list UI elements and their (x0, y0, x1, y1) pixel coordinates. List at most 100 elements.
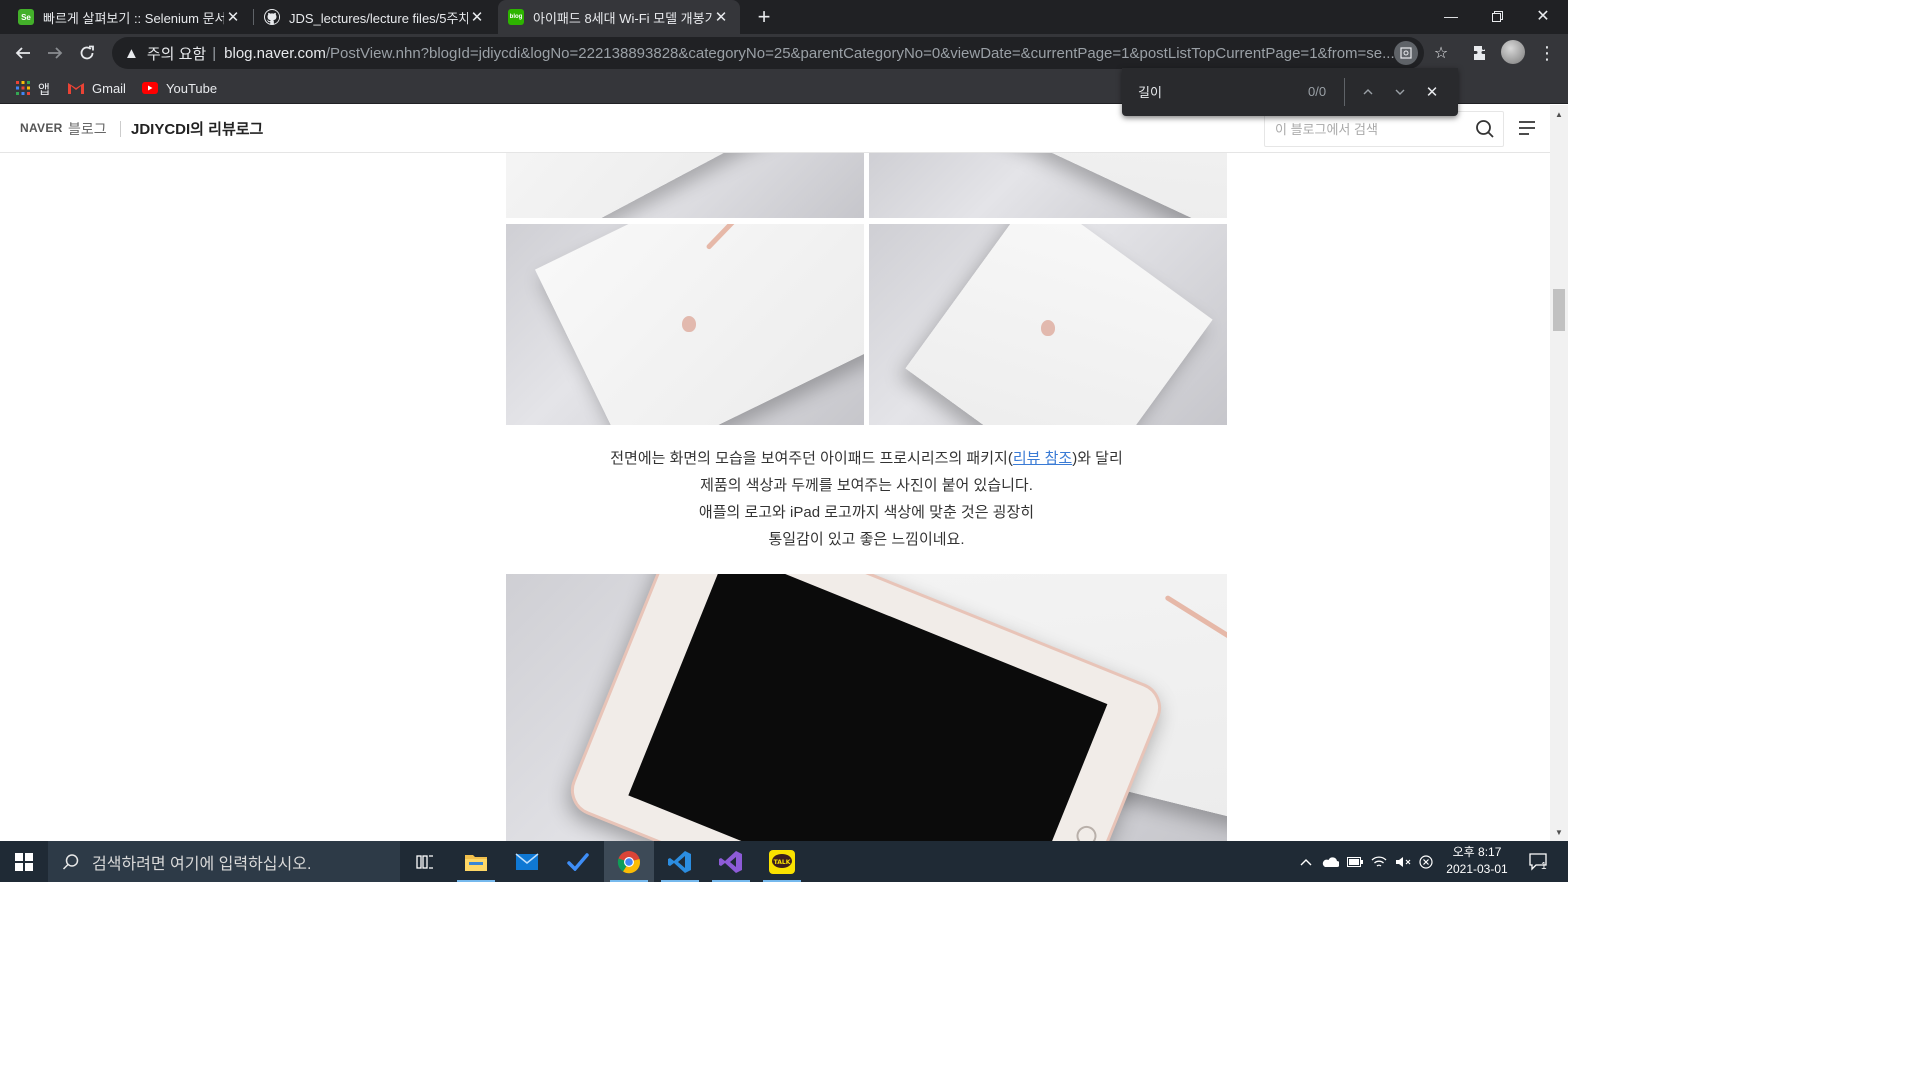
find-close-button[interactable]: ✕ (1420, 80, 1444, 104)
bookmark-label: Gmail (92, 80, 126, 96)
apps-grid-icon (16, 81, 30, 95)
close-window-button[interactable]: ✕ (1520, 0, 1566, 32)
find-divider (1344, 78, 1345, 106)
start-button[interactable] (0, 841, 48, 882)
tab-title: 빠르게 살펴보기 :: Selenium 문서 (43, 10, 224, 26)
bookmark-youtube[interactable]: YouTube (142, 78, 217, 98)
blog-search-box (1264, 111, 1504, 147)
volume-muted-icon[interactable] (1392, 841, 1414, 882)
todo-icon[interactable] (553, 841, 603, 882)
url-path: /PostView.nhn?blogId=jdiycdi&logNo=22213… (325, 44, 1395, 62)
caption-line: 전면에는 화면의 모습을 보여주던 아이패드 프로시리즈의 패키지(리뷰 참조)… (610, 450, 1123, 467)
home-button-icon (1073, 822, 1100, 841)
post-caption: 전면에는 화면의 모습을 보여주던 아이패드 프로시리즈의 패키지(리뷰 참조)… (506, 445, 1227, 553)
windows-taskbar: 검색하려면 여기에 입력하십시오. TALK 오후 8:17 2021-03-0… (0, 841, 1568, 882)
find-previous-button[interactable] (1356, 80, 1380, 104)
blog-page: NAVER 블로그 JDIYCDI의 리뷰로그 전면에는 화면의 모습을 보여주… (0, 105, 1568, 841)
bookmark-label: YouTube (166, 80, 218, 96)
youtube-icon (142, 82, 158, 94)
find-input[interactable]: 길이 (1138, 82, 1162, 101)
apple-logo-icon (682, 316, 696, 332)
onedrive-icon[interactable] (1318, 841, 1342, 882)
find-next-button[interactable] (1388, 80, 1412, 104)
scroll-thumb[interactable] (1553, 289, 1565, 331)
page-scrollbar[interactable]: ▲ ▼ (1550, 105, 1568, 841)
task-view-icon[interactable] (400, 841, 450, 882)
visual-studio-icon[interactable] (706, 841, 756, 882)
extensions-icon[interactable] (1466, 38, 1496, 68)
address-divider: | (212, 44, 217, 62)
battery-icon[interactable] (1344, 841, 1366, 882)
system-clock[interactable]: 오후 8:17 2021-03-01 (1436, 844, 1518, 878)
reload-icon (80, 45, 94, 60)
product-box (973, 153, 1227, 218)
bookmark-label: 앱 (38, 81, 50, 97)
forward-arrow-icon (48, 47, 63, 59)
warning-icon[interactable]: ▲ (124, 45, 139, 62)
search-icon[interactable] (1475, 119, 1495, 144)
browser-toolbar: ▲ 주의 요함 | blog.naver.com/PostView.nhn?bl… (0, 34, 1568, 72)
svg-text:TALK: TALK (774, 859, 791, 866)
menu-kebab-icon[interactable]: ⋮ (1532, 38, 1562, 68)
post-photo[interactable] (506, 153, 864, 218)
mail-icon[interactable] (502, 841, 552, 882)
taskbar-search-box[interactable]: 검색하려면 여기에 입력하십시오. (48, 841, 400, 882)
tab-title: 아이패드 8세대 Wi-Fi 모델 개봉기 (533, 10, 712, 26)
post-photo[interactable] (506, 224, 864, 425)
review-reference-link[interactable]: 리뷰 참조 (1013, 450, 1072, 467)
forward-button[interactable] (40, 38, 70, 68)
blog-menu-button[interactable] (1516, 117, 1540, 141)
security-label[interactable]: 주의 요함 (147, 43, 206, 64)
product-box (506, 153, 810, 218)
post-photo[interactable] (869, 224, 1227, 425)
chrome-icon[interactable] (604, 841, 654, 882)
blog-label[interactable]: 블로그 (68, 119, 107, 139)
close-tab-icon[interactable]: ✕ (712, 8, 730, 26)
input-method-icon[interactable] (1416, 841, 1436, 882)
profile-avatar[interactable] (1501, 40, 1525, 64)
file-explorer-icon[interactable] (451, 841, 501, 882)
restore-button[interactable] (1474, 0, 1520, 32)
kakaotalk-icon[interactable]: TALK (757, 841, 807, 882)
search-icon (62, 853, 80, 871)
blog-title[interactable]: JDIYCDI의 리뷰로그 (131, 118, 263, 139)
close-tab-icon[interactable]: ✕ (468, 8, 486, 26)
tray-overflow-icon[interactable] (1296, 841, 1316, 882)
caption-line: 통일감이 있고 좋은 느낌이네요. (768, 531, 965, 548)
blog-search-input[interactable] (1265, 121, 1465, 137)
header-divider (120, 121, 121, 137)
hamburger-icon (1519, 121, 1535, 135)
bookmark-star-icon[interactable]: ☆ (1426, 38, 1456, 68)
tab-naver-blog[interactable]: blog 아이패드 8세대 Wi-Fi 모델 개봉기 ✕ (498, 0, 740, 34)
naver-logo[interactable]: NAVER (20, 121, 63, 135)
post-photo-large[interactable] (506, 574, 1227, 841)
bookmark-apps[interactable]: 앱 (16, 78, 50, 98)
caption-line: 제품의 색상과 두께를 보여주는 사진이 붙어 있습니다. (700, 477, 1033, 494)
notification-count: 1 (1541, 861, 1547, 872)
find-in-page-icon[interactable] (1394, 41, 1418, 65)
tab-github[interactable]: JDS_lectures/lecture files/5주차 ✕ (254, 0, 496, 34)
address-bar[interactable]: ▲ 주의 요함 | blog.naver.com/PostView.nhn?bl… (112, 37, 1424, 69)
tab-selenium[interactable]: Se 빠르게 살펴보기 :: Selenium 문서 ✕ (8, 0, 252, 34)
back-button[interactable] (8, 38, 38, 68)
vscode-icon[interactable] (655, 841, 705, 882)
windows-logo-icon (15, 852, 33, 871)
notification-center-icon[interactable]: 1 (1522, 841, 1556, 882)
new-tab-button[interactable]: + (752, 4, 776, 29)
taskbar-search-placeholder: 검색하려면 여기에 입력하십시오. (92, 855, 312, 873)
selenium-icon: Se (18, 9, 34, 25)
apple-logo-icon (1041, 320, 1055, 336)
reload-button[interactable] (72, 38, 102, 68)
bookmark-gmail[interactable]: Gmail (68, 78, 126, 98)
close-tab-icon[interactable]: ✕ (224, 8, 242, 26)
scroll-down-icon[interactable]: ▼ (1550, 825, 1568, 839)
wifi-icon[interactable] (1368, 841, 1390, 882)
post-photo[interactable] (869, 153, 1227, 218)
back-arrow-icon (15, 47, 30, 59)
tab-title: JDS_lectures/lecture files/5주차 (289, 10, 468, 26)
pencil-stripe (705, 224, 807, 251)
gmail-icon (68, 82, 84, 94)
clock-date: 2021-03-01 (1446, 862, 1508, 876)
scroll-up-icon[interactable]: ▲ (1550, 107, 1568, 121)
minimize-button[interactable]: — (1428, 0, 1474, 32)
